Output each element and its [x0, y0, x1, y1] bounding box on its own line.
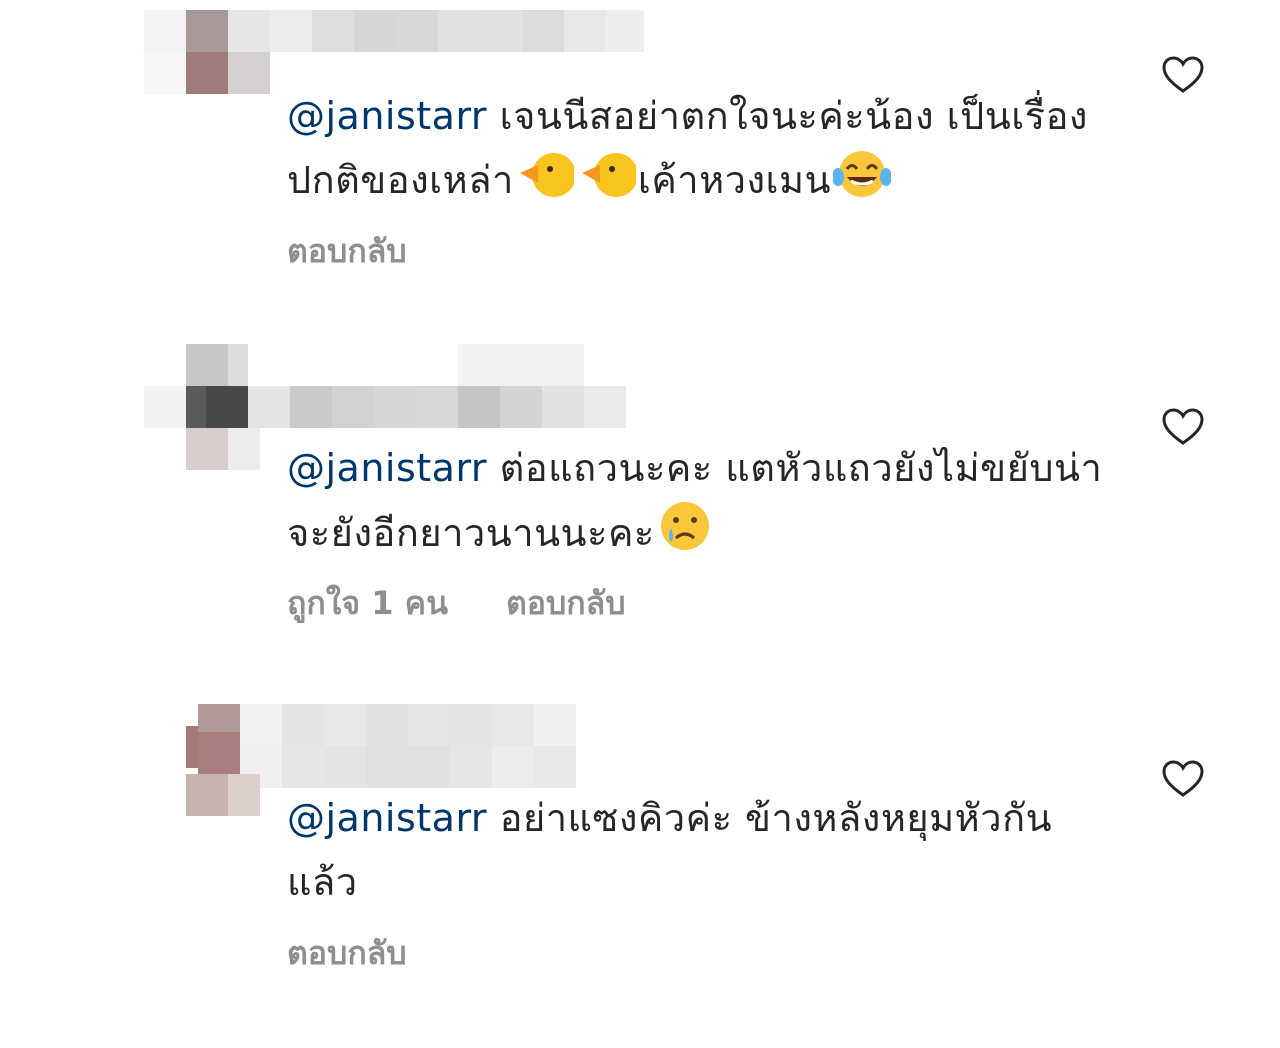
comment-text: @janistarr ต่อแถวนะคะ แตหัวแถวยังไม่ขยับ… — [287, 436, 1107, 571]
heart-icon[interactable] — [1162, 760, 1204, 798]
crying-face-emoji-icon — [657, 500, 713, 571]
comment-actions: ตอบกลับ — [287, 928, 407, 972]
reply-button[interactable]: ตอบกลับ — [506, 578, 626, 622]
duck-emoji-icon — [516, 151, 576, 218]
mention-link[interactable]: @janistarr — [287, 94, 487, 138]
reply-button[interactable]: ตอบกลับ — [287, 928, 407, 972]
reply-button[interactable]: ตอบกลับ — [287, 226, 407, 270]
likes-count[interactable]: ถูกใจ 1 คน — [287, 578, 448, 622]
comment-text: @janistarr เจนนีสอย่าตกใจนะค่ะน้อง เป็นเ… — [287, 84, 1107, 218]
mention-link[interactable]: @janistarr — [287, 446, 487, 490]
duck-emoji-icon — [578, 151, 638, 218]
laughing-tears-emoji-icon — [832, 149, 893, 218]
heart-icon[interactable] — [1162, 408, 1204, 446]
mention-link[interactable]: @janistarr — [287, 796, 487, 840]
heart-icon[interactable] — [1162, 56, 1204, 94]
comment-actions: ตอบกลับ — [287, 226, 407, 270]
comment-text: @janistarr อย่าแซงคิวค่ะ ข้างหลังหยุมหัว… — [287, 796, 1053, 904]
comment-actions: ถูกใจ 1 คน ตอบกลับ — [287, 578, 626, 622]
